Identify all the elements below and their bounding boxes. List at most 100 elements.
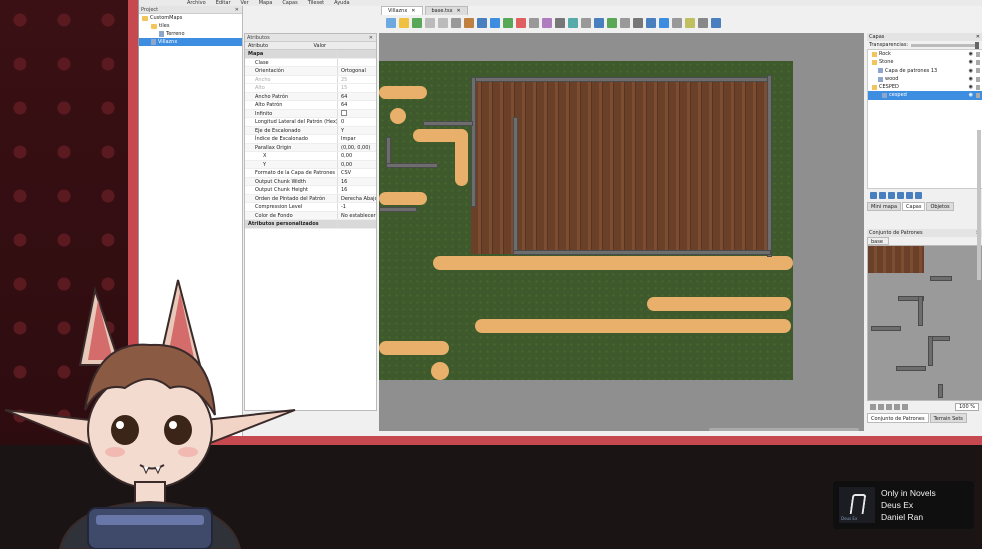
tab-terrain-sets[interactable]: Terrain Sets (929, 413, 967, 423)
opacity-control[interactable]: Transparencias: (867, 41, 982, 49)
attribute-value[interactable]: Derecha Abajo (337, 194, 376, 202)
tab-objetos[interactable]: Objetos (926, 202, 954, 211)
attribute-row[interactable]: Orden de Pintado del Patrón Derecha Abajo (245, 194, 376, 203)
attribute-group[interactable]: Mapa (245, 50, 376, 59)
duplicate-icon[interactable] (897, 192, 904, 199)
panel-close-icon[interactable]: ✕ (235, 6, 239, 14)
layer-item[interactable]: Capa de patrones 13 ◉ (868, 67, 982, 75)
delete-icon[interactable] (906, 192, 913, 199)
attribute-value[interactable]: Y (337, 126, 376, 134)
attribute-value[interactable] (337, 50, 376, 58)
attribute-value[interactable]: 64 (337, 92, 376, 100)
tool-icon[interactable] (568, 18, 578, 28)
attribute-group[interactable]: Atributos personalizados (245, 220, 376, 229)
attribute-row[interactable]: X 0,00 (245, 152, 376, 161)
tool-icon[interactable] (386, 18, 396, 28)
attribute-value[interactable]: No establecer (337, 211, 376, 219)
visibility-icon[interactable] (915, 192, 922, 199)
new-tileset-icon[interactable] (870, 404, 876, 410)
tool-icon[interactable] (412, 18, 422, 28)
layer-item[interactable]: Rock ◉ (868, 50, 982, 58)
attribute-value[interactable]: 0,00 (337, 160, 376, 168)
attribute-row[interactable]: Parallax Origin (0,00, 0,00) (245, 143, 376, 152)
tool-icon[interactable] (594, 18, 604, 28)
attribute-row[interactable]: Compression Level -1 (245, 203, 376, 212)
close-icon[interactable]: ✕ (411, 7, 415, 15)
menu-item[interactable]: Capas (282, 0, 297, 6)
move-down-icon[interactable] (888, 192, 895, 199)
attribute-row[interactable]: Formato de la Capa de Patrones CSV (245, 169, 376, 178)
tool-icon[interactable] (451, 18, 461, 28)
attribute-row[interactable]: Longitud Lateral del Patrón (Hex) 0 (245, 118, 376, 127)
eye-icon[interactable]: ◉ (969, 91, 973, 99)
attribute-value[interactable] (337, 220, 376, 228)
edit-tileset-icon[interactable] (878, 404, 884, 410)
tree-item-villaznx[interactable]: Villaznx (139, 38, 242, 46)
tileset-tab-base[interactable]: base (867, 237, 889, 245)
tree-item-terreno[interactable]: Terreno (139, 30, 242, 38)
layer-item[interactable]: Stone ◉ (868, 58, 982, 66)
eye-icon[interactable]: ◉ (969, 50, 973, 58)
tool-icon[interactable] (503, 18, 513, 28)
delete-tileset-icon[interactable] (902, 404, 908, 410)
attribute-row[interactable]: Output Chunk Width 16 (245, 177, 376, 186)
tool-icon[interactable] (659, 18, 669, 28)
tool-icon[interactable] (477, 18, 487, 28)
attribute-row[interactable]: Output Chunk Height 16 (245, 186, 376, 195)
tool-icon[interactable] (555, 18, 565, 28)
tool-icon[interactable] (529, 18, 539, 28)
attribute-value[interactable]: 25 (337, 75, 376, 83)
attribute-row[interactable]: Eje de Escalonado Y (245, 126, 376, 135)
attribute-row[interactable]: Índice de Escalonado Impar (245, 135, 376, 144)
tab-base-tsx[interactable]: base.tsx ✕ (424, 6, 468, 15)
tool-icon[interactable] (490, 18, 500, 28)
tree-item-custommaps[interactable]: CustomMaps (139, 14, 242, 22)
attribute-row[interactable]: Ancho 25 (245, 75, 376, 84)
tool-icon[interactable] (620, 18, 630, 28)
map-canvas[interactable] (379, 33, 864, 431)
attribute-row[interactable]: Alto Patrón 64 (245, 101, 376, 110)
move-up-icon[interactable] (879, 192, 886, 199)
zoom-select[interactable]: 100 % (955, 403, 979, 411)
lock-icon[interactable] (976, 68, 980, 74)
tab-villaznx[interactable]: Villaznx ✕ (381, 6, 423, 15)
eye-icon[interactable]: ◉ (969, 75, 973, 83)
lock-icon[interactable] (976, 93, 980, 99)
tool-icon[interactable] (399, 18, 409, 28)
tile-map[interactable] (379, 61, 793, 380)
attribute-value[interactable]: 15 (337, 84, 376, 92)
panel-close-icon[interactable]: ✕ (976, 33, 980, 41)
attribute-value[interactable]: 16 (337, 186, 376, 194)
tool-icon[interactable] (542, 18, 552, 28)
close-icon[interactable]: ✕ (457, 7, 461, 15)
attribute-row[interactable]: Orientación Ortogonal (245, 67, 376, 76)
tool-icon[interactable] (581, 18, 591, 28)
menu-item[interactable]: Mapa (259, 0, 273, 6)
attribute-value[interactable] (337, 109, 376, 117)
vertical-scrollbar[interactable] (977, 130, 981, 280)
tool-icon[interactable] (438, 18, 448, 28)
attribute-row[interactable]: Clase (245, 58, 376, 67)
opacity-slider[interactable] (911, 41, 979, 49)
attribute-row[interactable]: Infinito (245, 109, 376, 118)
terrain-icon[interactable] (886, 404, 892, 410)
eye-icon[interactable]: ◉ (969, 58, 973, 66)
eye-icon[interactable]: ◉ (969, 83, 973, 91)
tileset-view[interactable] (867, 245, 982, 401)
eye-icon[interactable]: ◉ (969, 67, 973, 75)
attribute-row[interactable]: Alto 15 (245, 84, 376, 93)
panel-close-icon[interactable]: ✕ (369, 34, 373, 42)
tool-icon[interactable] (425, 18, 435, 28)
attribute-value[interactable]: 0 (337, 118, 376, 126)
attribute-value[interactable]: 16 (337, 177, 376, 185)
attribute-value[interactable]: Ortogonal (337, 67, 376, 75)
lock-icon[interactable] (976, 76, 980, 82)
attribute-value[interactable] (337, 58, 376, 66)
add-layer-icon[interactable] (870, 192, 877, 199)
attribute-value[interactable]: -1 (337, 203, 376, 211)
attribute-value[interactable]: (0,00, 0,00) (337, 143, 376, 151)
attribute-value[interactable]: 0,00 (337, 152, 376, 160)
layer-item[interactable]: CESPED ◉ (868, 83, 982, 91)
menu-item[interactable]: Ayuda (334, 0, 349, 6)
horizontal-scrollbar[interactable] (709, 428, 859, 431)
